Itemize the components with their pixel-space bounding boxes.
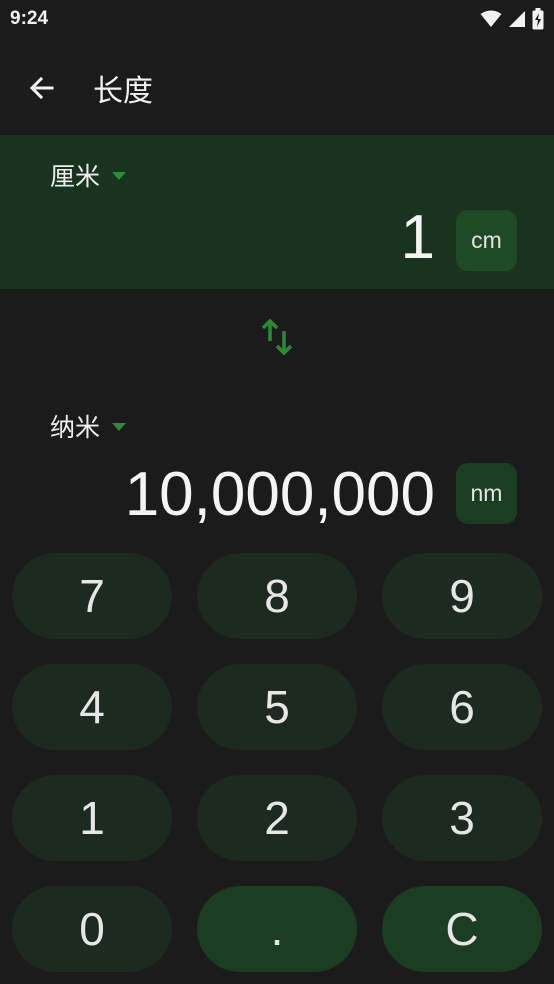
to-unit-dropdown[interactable]: 纳米 xyxy=(50,408,127,444)
status-time: 9:24 xyxy=(10,8,49,29)
page-title: 长度 xyxy=(93,74,153,109)
key-2[interactable]: 2 xyxy=(197,775,357,861)
status-icons xyxy=(480,8,544,30)
to-unit-badge: nm xyxy=(456,463,517,524)
key-4[interactable]: 4 xyxy=(12,664,172,750)
key-8[interactable]: 8 xyxy=(197,553,357,639)
key-6[interactable]: 6 xyxy=(382,664,542,750)
status-bar: 9:24 xyxy=(0,0,554,40)
key-7[interactable]: 7 xyxy=(12,553,172,639)
key-3[interactable]: 3 xyxy=(382,775,542,861)
to-value[interactable]: 10,000,000 xyxy=(125,459,435,530)
back-button[interactable] xyxy=(22,68,62,108)
key-5[interactable]: 5 xyxy=(197,664,357,750)
from-unit-label: 厘米 xyxy=(50,162,101,191)
key-1[interactable]: 1 xyxy=(12,775,172,861)
from-panel: 厘米 1 cm xyxy=(0,135,554,289)
dropdown-arrow-icon xyxy=(112,172,127,180)
key-decimal[interactable]: . xyxy=(197,886,357,972)
battery-icon xyxy=(532,8,544,30)
key-clear[interactable]: C xyxy=(382,886,542,972)
key-9[interactable]: 9 xyxy=(382,553,542,639)
swap-units-button[interactable] xyxy=(257,315,297,363)
from-unit-badge: cm xyxy=(456,210,517,271)
from-value[interactable]: 1 xyxy=(401,202,435,273)
arrow-back-icon xyxy=(29,76,54,100)
wifi-icon xyxy=(480,10,502,27)
swap-vertical-icon xyxy=(261,318,293,356)
from-unit-dropdown[interactable]: 厘米 xyxy=(50,157,127,193)
dropdown-arrow-icon xyxy=(112,423,127,431)
to-unit-label: 纳米 xyxy=(50,413,101,442)
app-bar: 长度 xyxy=(0,50,554,125)
signal-icon xyxy=(509,11,525,27)
key-0[interactable]: 0 xyxy=(12,886,172,972)
